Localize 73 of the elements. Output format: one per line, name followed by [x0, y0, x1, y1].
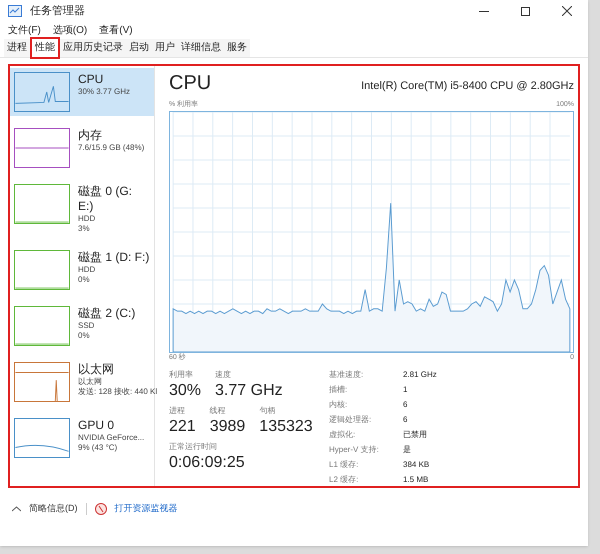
detail-value: 已禁用	[403, 429, 428, 441]
sidebar-item[interactable]: CPU 30% 3.77 GHz	[10, 68, 154, 116]
item-detail: HDD	[78, 214, 96, 224]
sidebar-item[interactable]: 磁盘 0 (G: E:) HDD 3%	[10, 180, 154, 238]
cpu-model: Intel(R) Core(TM) i5-8400 CPU @ 2.80GHz	[361, 78, 574, 94]
item-name: 内存	[78, 128, 103, 143]
item-detail: 发送: 128 接收: 440 Kl	[78, 387, 158, 397]
item-detail: 7.6/15.9 GB (48%)	[78, 143, 144, 153]
chevron-up-icon[interactable]	[12, 506, 21, 512]
detail-label: 基准速度:	[329, 369, 364, 381]
resource-monitor-link[interactable]: 打开资源监视器	[114, 502, 178, 516]
detail-value: 1.5 MB	[403, 474, 430, 486]
item-detail: 以太网	[78, 377, 103, 387]
stat-value: 3989	[210, 417, 246, 437]
detail-value: 是	[403, 444, 412, 456]
window-title: 任务管理器	[30, 4, 85, 19]
item-detail: 3%	[78, 224, 91, 234]
item-detail: 0%	[78, 331, 91, 341]
tab[interactable]: 用户	[152, 38, 178, 56]
minimize-icon[interactable]	[479, 10, 489, 12]
detail-value: 6	[403, 414, 408, 426]
tab[interactable]: 进程	[4, 38, 30, 56]
item-detail: SSD	[78, 321, 96, 331]
sidebar-item[interactable]: 内存 7.6/15.9 GB (48%)	[10, 124, 154, 172]
tab[interactable]: 应用历史记录	[60, 38, 126, 56]
item-detail: 0%	[78, 275, 91, 285]
sidebar-item[interactable]: GPU 0 NVIDIA GeForce... 9% (43 °C)	[10, 414, 154, 462]
stat-label: 利用率	[169, 369, 194, 381]
stat-label: 句柄	[259, 405, 276, 417]
detail-value: 1	[403, 384, 408, 396]
summary-button[interactable]: 简略信息(D)	[29, 502, 78, 516]
stat-label: 速度	[215, 369, 232, 381]
item-detail: NVIDIA GeForce...	[78, 433, 144, 443]
detail-label: 内核:	[329, 399, 348, 411]
maximize-icon[interactable]	[521, 6, 530, 16]
item-name: GPU 0	[78, 418, 116, 433]
item-name: CPU	[78, 72, 104, 87]
sidebar-item[interactable]: 磁盘 1 (D: F:) HDD 0%	[10, 246, 154, 294]
stat-value: 0:06:09:25	[169, 453, 245, 473]
close-icon[interactable]	[562, 6, 572, 16]
detail-label: 逻辑处理器:	[329, 414, 372, 426]
menu-item[interactable]: 查看(V)	[99, 22, 133, 38]
detail-value: 384 KB	[403, 459, 430, 471]
detail-label: 插槽:	[329, 384, 348, 396]
detail-value: 2.81 GHz	[403, 369, 437, 381]
item-detail: 30% 3.77 GHz	[78, 87, 130, 97]
tab[interactable]: 服务	[224, 38, 250, 56]
item-name: 以太网	[78, 362, 115, 377]
menu-item[interactable]: 选项(O)	[52, 22, 88, 38]
tab[interactable]: 启动	[126, 38, 152, 56]
stat-value: 221	[169, 417, 196, 437]
stat-label: 线程	[210, 405, 227, 417]
tab[interactable]: 性能	[32, 38, 58, 56]
menu-item[interactable]: 文件(F)	[8, 22, 41, 38]
stat-value: 30%	[169, 381, 202, 401]
panel-title: CPU	[169, 71, 212, 96]
detail-label: Hyper-V 支持:	[329, 444, 380, 456]
stat-value: 135323	[259, 417, 313, 437]
stat-label: 正常运行时间	[169, 441, 218, 453]
app-icon	[8, 5, 22, 17]
item-detail: 9% (43 °C)	[78, 443, 118, 453]
item-detail: HDD	[78, 265, 96, 275]
item-name: 磁盘 1 (D: F:)	[78, 250, 150, 265]
detail-label: 虚拟化:	[329, 429, 356, 441]
tab[interactable]: 详细信息	[178, 38, 224, 56]
stat-label: 进程	[169, 405, 186, 417]
detail-label: L1 缓存:	[329, 459, 360, 471]
item-name: 磁盘 0 (G: E:)	[78, 184, 134, 214]
item-name: 磁盘 2 (C:)	[78, 306, 136, 321]
stat-value: 3.77 GHz	[215, 381, 283, 401]
sidebar-item[interactable]: 磁盘 2 (C:) SSD 0%	[10, 302, 154, 350]
detail-value: 6	[403, 399, 408, 411]
detail-label: L2 缓存:	[329, 474, 360, 486]
